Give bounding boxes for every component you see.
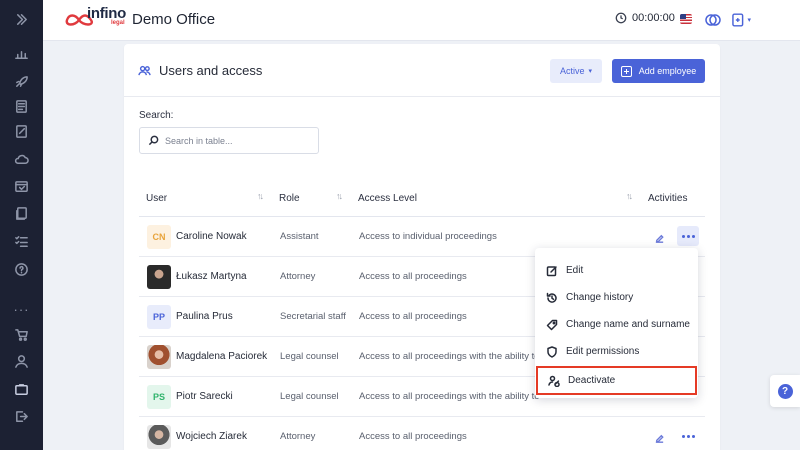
cloud-icon[interactable] (12, 150, 31, 169)
coins-icon[interactable] (703, 10, 723, 30)
edit-icon[interactable] (654, 231, 665, 243)
user-name: Wojciech Ziarek (176, 431, 247, 442)
menu-item-edit[interactable]: Edit (535, 257, 698, 284)
user-access: Access to individual proceedings (359, 231, 497, 242)
avatar: CN (147, 225, 171, 249)
menu-item-change-name[interactable]: Change name and surname (535, 311, 698, 338)
expand-icon[interactable] (12, 10, 31, 29)
status-filter-label: Active (559, 66, 585, 76)
avatar (147, 425, 171, 449)
user-access: Access to all proceedings (359, 271, 467, 282)
search-input[interactable] (165, 135, 315, 146)
briefcase-icon[interactable] (12, 380, 31, 399)
menu-item-label: Change history (566, 292, 634, 303)
user-name: Magdalena Paciorek (176, 351, 268, 362)
table-row[interactable]: Wojciech Ziarek Attorney Access to all p… (139, 417, 705, 450)
sort-role-icon[interactable]: ↑↓ (336, 191, 343, 201)
user-access: Access to all proceedings (359, 431, 467, 442)
logo-subtext: legal (111, 20, 125, 26)
us-flag-icon[interactable] (680, 14, 692, 24)
row-actions-button[interactable] (677, 226, 699, 246)
more-rail-icon[interactable]: ··· (12, 302, 31, 317)
shield-icon (547, 345, 557, 358)
add-employee-label: Add employee (638, 66, 697, 76)
tag-icon (546, 319, 558, 330)
help-circle-icon[interactable] (12, 260, 31, 279)
search-label: Search: (139, 110, 174, 121)
header-activities: Activities (648, 193, 688, 204)
search-field[interactable] (139, 127, 319, 154)
checklist-icon[interactable] (12, 232, 31, 251)
user-name: Caroline Nowak (176, 231, 247, 242)
edit-icon (546, 265, 557, 276)
search-icon (148, 135, 159, 146)
left-rail: ··· (0, 0, 43, 450)
menu-item-label: Edit permissions (566, 346, 640, 357)
help-icon: ? (777, 383, 793, 399)
row-actions-button[interactable] (677, 426, 699, 446)
menu-item-deactivate[interactable]: Deactivate (536, 366, 697, 395)
chevron-down-icon: ▾ (588, 68, 593, 75)
header-user[interactable]: User (146, 193, 167, 204)
user-role: Attorney (280, 431, 316, 442)
user-role: Assistant (280, 231, 319, 242)
plus-icon (620, 65, 632, 77)
user-name: Łukasz Martyna (176, 271, 247, 282)
timer-value: 00:00:00 (632, 12, 675, 24)
user-name: Piotr Sarecki (176, 391, 233, 402)
add-menu-icon[interactable]: ▾ (731, 10, 751, 30)
menu-item-label: Change name and surname (566, 319, 690, 330)
sort-access-icon[interactable]: ↑↓ (626, 191, 633, 201)
sort-user-icon[interactable]: ↑↓ (257, 191, 264, 201)
user-role: Secretarial staff (280, 311, 346, 322)
logout-icon[interactable] (12, 407, 31, 426)
avatar (147, 345, 171, 369)
office-title: Demo Office (132, 11, 216, 28)
user-role: Legal counsel (280, 351, 339, 362)
menu-item-label: Deactivate (568, 375, 616, 386)
card-header: Users and access Active ▾ Add employee (124, 44, 720, 97)
clock-icon (615, 12, 627, 24)
top-bar: infino legal Demo Office 00:00:00 ▾ (43, 0, 800, 41)
add-employee-button[interactable]: Add employee (612, 59, 705, 83)
timer[interactable]: 00:00:00 (615, 12, 675, 24)
cart-icon[interactable] (12, 325, 31, 344)
user-access: Access to all proceedings with the abili… (359, 391, 540, 402)
history-icon (546, 292, 557, 303)
note-edit-icon[interactable] (12, 122, 31, 141)
users-icon (138, 65, 151, 76)
menu-item-label: Edit (566, 265, 584, 276)
user-name: Paulina Prus (176, 311, 233, 322)
menu-item-change-history[interactable]: Change history (535, 284, 698, 311)
user-role: Attorney (280, 271, 316, 282)
avatar: PP (147, 305, 171, 329)
edit-icon[interactable] (654, 431, 665, 443)
user-deactivate-icon (548, 375, 560, 387)
scales-icon[interactable] (12, 45, 31, 64)
user-role: Legal counsel (280, 391, 339, 402)
calendar-icon[interactable] (12, 177, 31, 196)
user-access: Access to all proceedings (359, 311, 467, 322)
menu-item-edit-permissions[interactable]: Edit permissions (535, 338, 698, 365)
avatar: PS (147, 385, 171, 409)
card-title-text: Users and access (159, 63, 263, 78)
document-icon[interactable] (12, 97, 31, 116)
help-button[interactable]: ? (770, 375, 800, 407)
rocket-icon[interactable] (12, 72, 31, 91)
files-icon[interactable] (12, 204, 31, 223)
status-filter-dropdown[interactable]: Active ▾ (550, 59, 602, 83)
user-access: Access to all proceedings with the abili… (359, 351, 540, 362)
card-title: Users and access (138, 63, 262, 78)
row-actions-menu: Edit Change history Change name and surn… (535, 248, 698, 398)
header-access[interactable]: Access Level (358, 193, 417, 204)
avatar (147, 265, 171, 289)
header-role[interactable]: Role (279, 193, 300, 204)
user-icon[interactable] (12, 352, 31, 371)
